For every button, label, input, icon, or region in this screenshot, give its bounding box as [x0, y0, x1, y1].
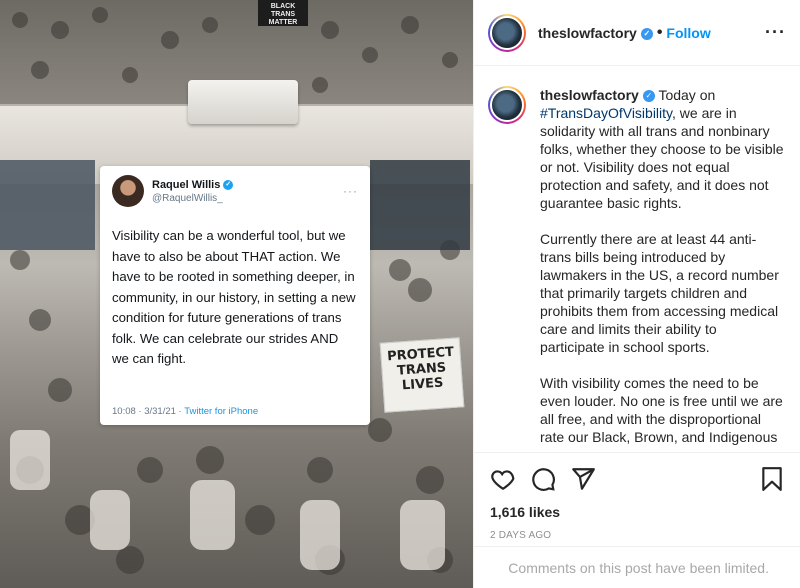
like-heart-icon[interactable]: [490, 466, 516, 492]
caption-avatar[interactable]: [488, 86, 526, 124]
tweet-meta: 10:08 · 3/31/21 · Twitter for iPhone: [112, 406, 258, 417]
tweet-timestamp: 10:08 · 3/31/21 ·: [112, 406, 182, 417]
bus-window: [0, 160, 95, 250]
post-actions: 1,616 likes 2 DAYS AGO: [474, 452, 800, 542]
comments-limited-notice: Comments on this post have been limited.: [474, 546, 800, 588]
tweet-source: Twitter for iPhone: [184, 406, 259, 417]
caption-username[interactable]: theslowfactory: [540, 87, 639, 103]
verified-icon: ✓: [223, 179, 234, 190]
caption-lead: Today on: [658, 87, 716, 103]
protest-sign: PROTECT TRANS LIVES: [379, 337, 465, 413]
tweet-handle: @RaquelWillis_: [152, 192, 223, 204]
bookmark-icon[interactable]: [759, 466, 785, 492]
bus-ac-unit: [188, 80, 298, 124]
post-panel: theslowfactory ✓ • Follow ··· theslowfact…: [473, 0, 800, 588]
tweet-avatar: [112, 175, 144, 207]
tweet-more-icon: ···: [343, 184, 358, 198]
caption-text: theslowfactory ✓ Today on #TransDayOfVisi…: [540, 86, 785, 450]
more-options-icon[interactable]: ···: [765, 22, 786, 43]
tweet-card: Raquel Willis ✓ @RaquelWillis_ ··· Visib…: [100, 166, 370, 425]
verified-icon: ✓: [640, 27, 653, 40]
tweet-author-name: Raquel Willis: [152, 178, 221, 191]
tweet-text: Visibility can be a wonderful tool, but …: [112, 228, 356, 366]
caption-paragraph-2: Currently there are at least 44 anti-tra…: [540, 231, 779, 355]
post-caption: theslowfactory ✓ Today on #TransDayOfVisi…: [474, 86, 800, 450]
comment-icon[interactable]: [530, 466, 556, 492]
follow-button[interactable]: Follow: [666, 25, 710, 41]
verified-icon: ✓: [642, 90, 655, 103]
tweet-header: Raquel Willis ✓ @RaquelWillis_ ···: [112, 174, 358, 208]
share-send-icon[interactable]: [570, 466, 596, 492]
likes-count[interactable]: 1,616 likes: [490, 504, 785, 520]
caption-paragraph-3: With visibility comes the need to be eve…: [540, 375, 783, 450]
bus-window: [370, 160, 470, 250]
profile-avatar[interactable]: [488, 13, 526, 52]
hashtag-link[interactable]: #TransDayOfVisibility: [540, 105, 672, 121]
post-header: theslowfactory ✓ • Follow ···: [474, 0, 800, 66]
post-image[interactable]: BLACK TRANS MATTER PROTECT TRANS LIVES R…: [0, 0, 473, 588]
separator: •: [656, 23, 663, 41]
post-date[interactable]: 2 DAYS AGO: [490, 530, 785, 541]
header-username[interactable]: theslowfactory: [538, 25, 637, 41]
tweet-author: Raquel Willis ✓ @RaquelWillis_: [152, 179, 343, 204]
protest-sign-top: BLACK TRANS MATTER: [258, 0, 308, 26]
